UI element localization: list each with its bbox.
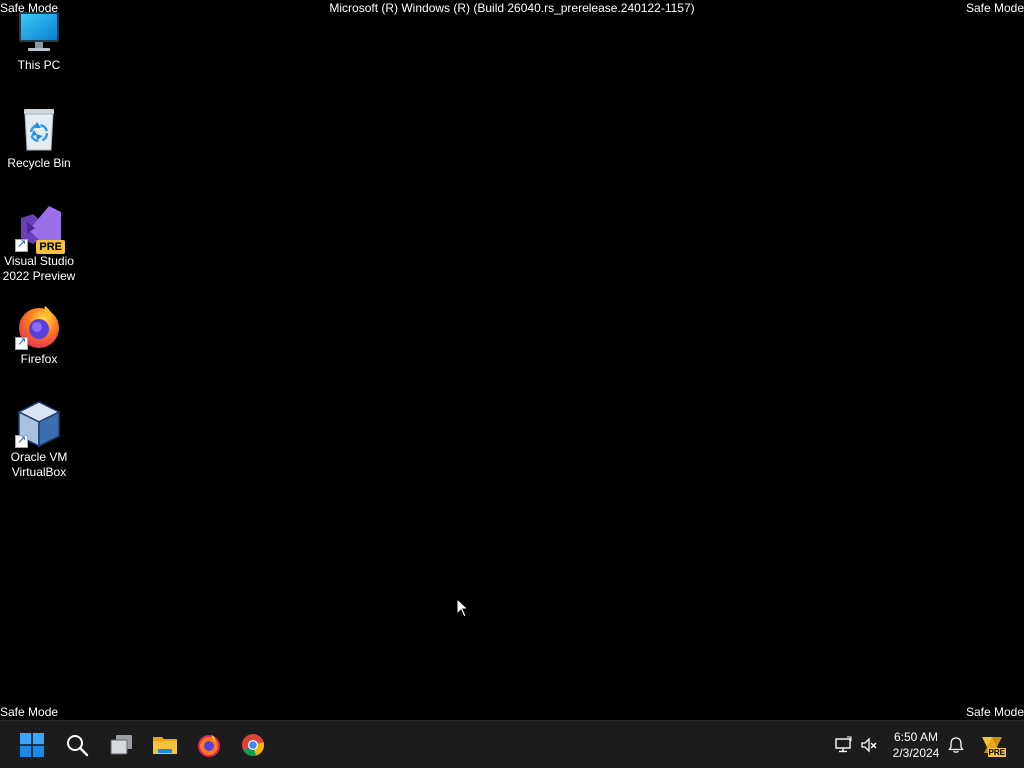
clock-date: 2/3/2024 — [892, 746, 940, 760]
mouse-cursor-icon — [456, 598, 470, 618]
desktop-icon-label: This PC — [17, 58, 61, 72]
file-explorer-button[interactable] — [149, 729, 181, 761]
desktop-icon-label: Oracle VM VirtualBox — [10, 450, 68, 479]
build-info-label: Microsoft (R) Windows (R) (Build 26040.r… — [329, 1, 695, 15]
monitor-icon — [15, 8, 63, 56]
desktop[interactable]: Safe Mode Microsoft (R) Windows (R) (Bui… — [0, 0, 1024, 720]
taskbar: 6:50 AM 2/3/2024 PRE — [0, 720, 1024, 768]
pre-badge: PRE — [36, 240, 65, 254]
taskbar-clock[interactable]: 6:50 AM 2/3/2024 — [884, 729, 948, 761]
desktop-icon-label: Firefox — [20, 352, 58, 366]
chrome-icon — [242, 734, 265, 757]
desktop-icon-virtualbox[interactable]: Oracle VM VirtualBox — [2, 400, 76, 480]
task-view-button[interactable] — [105, 729, 137, 761]
start-button[interactable] — [16, 729, 48, 761]
network-tray-button[interactable] — [832, 733, 854, 757]
search-icon — [67, 735, 89, 757]
shortcut-arrow-icon — [15, 335, 28, 350]
task-view-icon — [110, 735, 132, 755]
shortcut-arrow-icon — [15, 433, 28, 448]
desktop-icon-recycle-bin[interactable]: Recycle Bin — [2, 106, 76, 171]
desktop-icon-label: Visual Studio 2022 Preview — [2, 254, 76, 283]
safe-mode-label-bottom-left: Safe Mode — [0, 705, 59, 719]
dev-badge-label: PRE — [987, 748, 1006, 757]
dev-badge-button[interactable]: PRE — [978, 733, 1006, 757]
volume-muted-icon — [861, 737, 877, 753]
start-icon — [20, 733, 44, 757]
desktop-icon-visual-studio[interactable]: PRE Visual Studio 2022 Preview — [2, 204, 76, 284]
recycle-bin-icon — [15, 106, 63, 154]
firefox-icon — [198, 735, 220, 757]
virtualbox-icon — [15, 400, 63, 448]
desktop-icon-firefox[interactable]: Firefox — [2, 302, 76, 367]
visual-studio-icon: PRE — [15, 204, 65, 254]
search-button[interactable] — [61, 729, 93, 761]
desktop-icon-this-pc[interactable]: This PC — [2, 8, 76, 73]
shortcut-arrow-icon — [15, 237, 28, 252]
desktop-icon-label: Recycle Bin — [7, 156, 71, 170]
safe-mode-label-top-right: Safe Mode — [965, 1, 1024, 15]
network-icon — [835, 736, 852, 753]
taskbar-chrome-button[interactable] — [237, 729, 269, 761]
taskbar-firefox-button[interactable] — [193, 729, 225, 761]
volume-tray-button[interactable] — [858, 733, 880, 757]
safe-mode-label-bottom-right: Safe Mode — [965, 705, 1024, 719]
dev-badge-icon: PRE — [979, 733, 1006, 757]
firefox-icon — [15, 302, 63, 350]
clock-time: 6:50 AM — [893, 730, 939, 744]
notification-bell-icon — [948, 737, 964, 753]
notifications-button[interactable] — [945, 733, 967, 757]
file-explorer-icon — [153, 737, 177, 754]
